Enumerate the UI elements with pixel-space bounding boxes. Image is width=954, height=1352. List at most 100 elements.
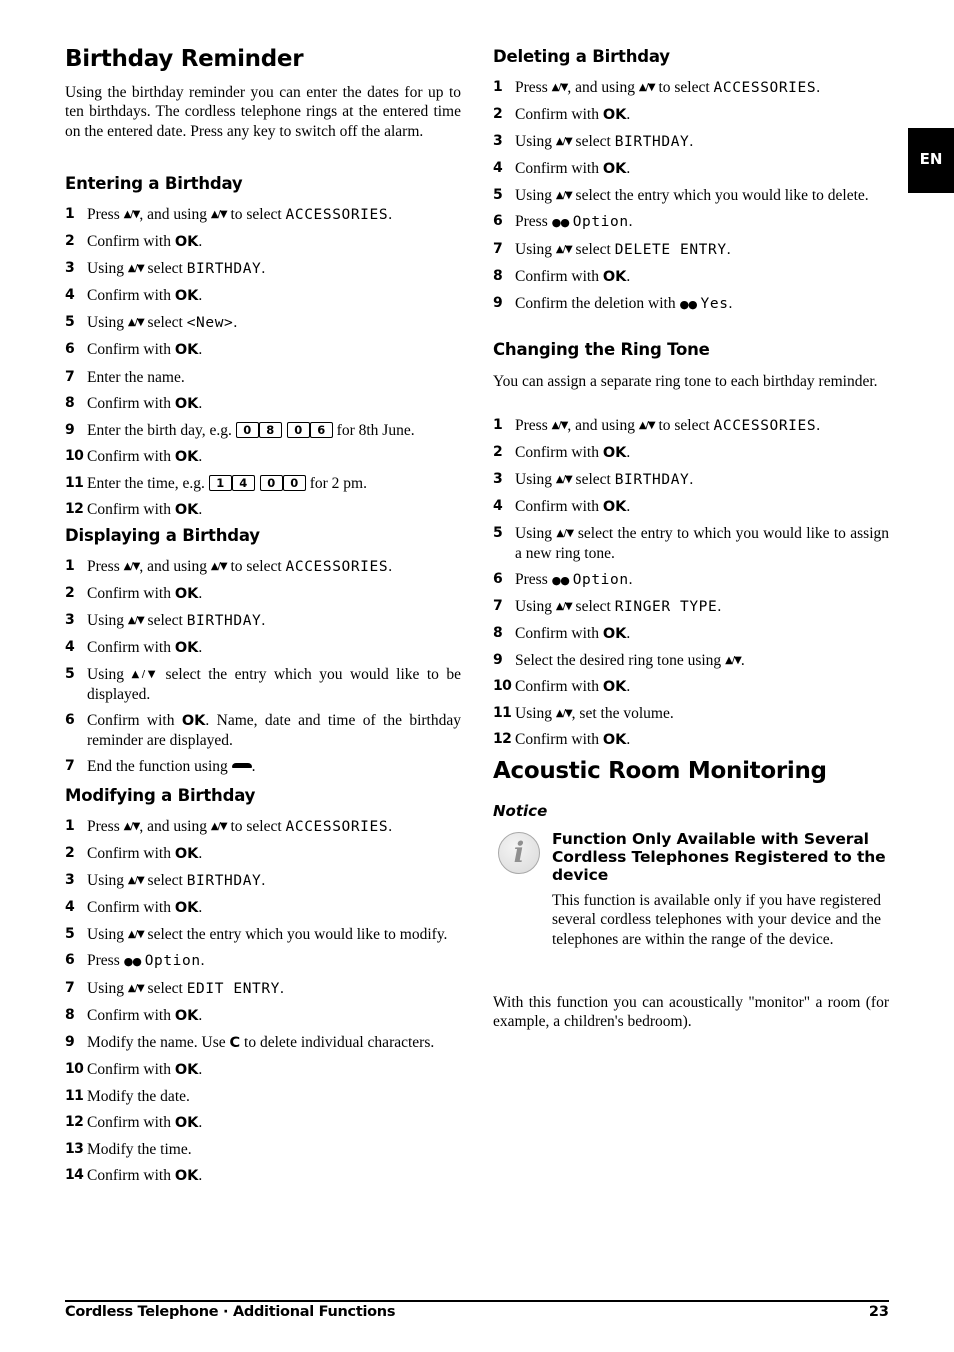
step-number: 7 — [65, 368, 75, 385]
up-down-keys-icon: ▲/▼ — [210, 821, 228, 832]
display-text: ACCESSORIES — [285, 207, 389, 223]
step-number: 10 — [493, 678, 512, 695]
step-text: Confirm with — [87, 341, 171, 359]
step: 4 Confirm with OK. — [493, 159, 889, 179]
step: 1 Press ▲/▼, and using ▲/▼ to select ACCE… — [493, 78, 889, 98]
step-number: 7 — [65, 979, 75, 996]
steps-displaying: 1 Press ▲/▼, and using ▲/▼ to select ACCE… — [65, 557, 461, 776]
step-number: 8 — [65, 1006, 75, 1023]
step: 3 Using ▲/▼ select BIRTHDAY. — [65, 259, 461, 279]
step: 7 Using ▲/▼ select DELETE ENTRY. — [493, 240, 889, 260]
up-down-keys-icon: ▲/▼ — [210, 209, 228, 220]
section-title-displaying: Displaying a Birthday — [65, 526, 260, 545]
section-title-ring-tone: Changing the Ring Tone — [493, 340, 710, 359]
step-text: . — [816, 79, 821, 96]
step-text: . — [626, 106, 631, 124]
step: 5 Using ▲/▼ select the entry which you wo… — [493, 186, 889, 205]
ok-key: OK — [174, 342, 199, 359]
step-number: 2 — [493, 106, 503, 123]
ok-key: OK — [174, 395, 199, 412]
step-number: 12 — [65, 501, 84, 518]
step-text: select — [575, 597, 611, 615]
step: 5 Using ▲/▼ select the entry to which you… — [493, 524, 889, 563]
step-number: 3 — [493, 133, 503, 150]
step-text: Using — [515, 240, 553, 258]
step-number: 8 — [65, 394, 75, 411]
step-text: . — [626, 267, 631, 285]
step-text: . — [251, 758, 256, 776]
ring-tone-intro: You can assign a separate ring tone to e… — [493, 373, 878, 390]
step-text: Confirm with — [515, 106, 599, 124]
step: 6 Confirm with OK. — [65, 340, 461, 360]
steps-deleting: 1 Press ▲/▼, and using ▲/▼ to select ACCE… — [493, 78, 889, 314]
step-text: Confirm with — [87, 639, 171, 657]
step: 6 Press ●● Option. — [493, 212, 889, 232]
step-text: Confirm with — [87, 501, 171, 519]
step-text: , and using — [139, 818, 207, 835]
step: 2 Confirm with OK. — [493, 443, 889, 463]
ok-key: OK — [602, 268, 627, 285]
step-text: Press — [87, 558, 120, 575]
step: 10 Confirm with OK. — [65, 1060, 461, 1080]
step: 3 Using ▲/▼ select BIRTHDAY. — [65, 611, 461, 631]
step-number: 9 — [493, 652, 503, 669]
step: 6 Confirm with OK. Name, date and time of… — [65, 711, 461, 751]
step-text: . — [198, 341, 203, 359]
step: 2 Confirm with OK. — [493, 105, 889, 125]
step: 7 Using ▲/▼ select RINGER TYPE. — [493, 597, 889, 617]
steps-ring-tone: 1 Press ▲/▼, and using ▲/▼ to select ACCE… — [493, 416, 889, 751]
page-number: 23 — [868, 1304, 889, 1320]
step: 8 Confirm with OK. — [65, 1006, 461, 1026]
step-text: . — [628, 570, 633, 588]
step-number: 6 — [65, 711, 75, 728]
step-text: Confirm with — [515, 160, 599, 178]
step-text: Confirm with — [87, 447, 171, 465]
step-number: 5 — [65, 666, 75, 683]
up-down-keys-icon: ▲/▼ — [123, 821, 141, 832]
step-text: . — [726, 240, 731, 258]
step: 11 Using ▲/▼, set the volume. — [493, 704, 889, 723]
step-text: for 8th June. — [336, 421, 415, 439]
step: 4 Confirm with OK. — [65, 898, 461, 918]
ok-key: OK — [174, 1061, 199, 1078]
step-number: 3 — [65, 872, 75, 889]
step-number: 5 — [493, 525, 503, 542]
step-number: 3 — [493, 471, 503, 488]
step-text: Confirm with — [515, 678, 599, 696]
display-text: BIRTHDAY — [186, 613, 262, 630]
display-text: EDIT ENTRY — [186, 980, 281, 997]
step-number: 7 — [65, 758, 75, 775]
step: 4 Confirm with OK. — [65, 286, 461, 306]
step-text: . — [198, 585, 203, 603]
step-text: Using — [87, 612, 125, 630]
footer-title: Cordless Telephone · Additional Function… — [65, 1304, 396, 1320]
step-text: . — [198, 639, 203, 657]
display-text: ACCESSORIES — [713, 80, 817, 96]
step-text: . — [198, 845, 203, 863]
display-text: Option — [144, 953, 201, 970]
step-text: Using — [87, 666, 125, 684]
display-text: RINGER TYPE — [614, 598, 718, 615]
step-text: select — [575, 471, 611, 489]
step-text: Confirm with — [87, 1114, 171, 1132]
acoustic-body: With this function you can acoustically … — [493, 994, 889, 1031]
up-down-keys-icon: ▲/▼ — [127, 317, 145, 329]
step: 2 Confirm with OK. — [65, 844, 461, 864]
step-number: 5 — [65, 926, 75, 943]
ok-key: OK — [174, 846, 199, 863]
step-text: to select — [230, 206, 282, 223]
section-title-deleting: Deleting a Birthday — [493, 47, 670, 66]
step: 13 Modify the time. — [65, 1140, 461, 1159]
step-text: . — [626, 624, 631, 642]
step-number: 11 — [493, 705, 512, 722]
step-number: 8 — [493, 267, 503, 284]
up-down-keys-icon: ▲/▼ — [555, 600, 573, 612]
step-number: 9 — [65, 1033, 75, 1050]
step: 1 Press ▲/▼, and using ▲/▼ to select ACCE… — [493, 416, 889, 436]
step-text: select — [575, 133, 611, 151]
step: 10 Confirm with OK. — [493, 677, 889, 697]
step-text: . — [261, 872, 266, 890]
step: 12 Confirm with OK. — [65, 1113, 461, 1133]
step-text: , and using — [139, 206, 207, 223]
keypad-key: 8 — [258, 421, 282, 438]
